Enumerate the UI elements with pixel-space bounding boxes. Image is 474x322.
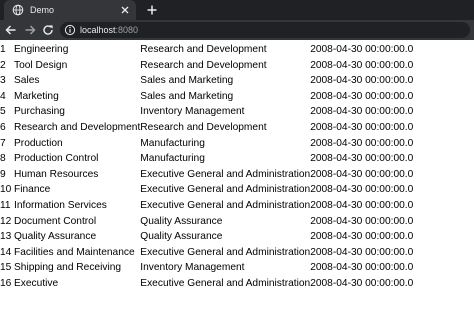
table-row: 8 Production Control Manufacturing 2008-04-…	[0, 151, 413, 167]
group-name: Sales and Marketing	[140, 75, 234, 87]
url-text[interactable]: localhost:8080	[80, 23, 138, 37]
modified-date: 2008-04-30 00:00:00.0	[310, 153, 414, 165]
tab-title: Demo	[30, 5, 55, 15]
close-icon[interactable]	[119, 4, 131, 16]
table-row: 7 Production Manufacturing 2008-04-30 00:00…	[0, 136, 413, 152]
department-name: Sales	[14, 75, 40, 87]
browser-tab[interactable]: Demo	[4, 0, 136, 20]
table-row: 5 Purchasing Inventory Management 2008-04-3…	[0, 104, 413, 120]
table-row: 10 Finance Executive General and Administr…	[0, 182, 413, 198]
group-name: Research and Development	[140, 121, 267, 133]
table-row: 9 Human Resources Executive General and Ad…	[0, 167, 413, 183]
table-row: 6 Research and Development Research and De…	[0, 120, 413, 136]
page-content: 1 Engineering Research and Development 2008…	[0, 42, 474, 292]
department-name: Executive	[14, 277, 59, 289]
reload-icon[interactable]	[41, 23, 55, 37]
modified-date: 2008-04-30 00:00:00.0	[310, 106, 414, 118]
department-name: Human Resources	[14, 168, 99, 180]
department-name: Document Control	[14, 215, 97, 227]
row-id: 11	[0, 199, 11, 211]
modified-date: 2008-04-30 00:00:00.0	[310, 184, 414, 196]
group-name: Sales and Marketing	[140, 90, 234, 102]
row-id: 2	[0, 59, 6, 71]
table-row: 3 Sales Sales and Marketing 2008-04-30 00:0…	[0, 73, 413, 89]
group-name: Executive General and Administration	[140, 277, 311, 289]
group-name: Manufacturing	[140, 137, 205, 149]
group-name: Research and Development	[140, 59, 267, 71]
row-id: 5	[0, 106, 6, 118]
row-id: 3	[0, 75, 6, 87]
group-name: Manufacturing	[140, 153, 205, 165]
department-name: Research and Development	[14, 121, 141, 133]
group-name: Executive General and Administration	[140, 246, 311, 258]
modified-date: 2008-04-30 00:00:00.0	[310, 262, 414, 274]
row-id: 15	[0, 262, 12, 274]
modified-date: 2008-04-30 00:00:00.0	[310, 277, 414, 289]
table-row: 13 Quality Assurance Quality Assurance 2008…	[0, 229, 413, 245]
modified-date: 2008-04-30 00:00:00.0	[310, 168, 414, 180]
table-row: 2 Tool Design Research and Development 2008…	[0, 58, 413, 74]
row-id: 16	[0, 277, 12, 289]
modified-date: 2008-04-30 00:00:00.0	[310, 137, 414, 149]
group-name: Executive General and Administration	[140, 168, 311, 180]
department-name: Purchasing	[14, 106, 65, 118]
row-id: 9	[0, 168, 6, 180]
department-name: Production Control	[14, 153, 99, 165]
back-arrow-icon[interactable]	[4, 23, 18, 37]
group-name: Quality Assurance	[140, 215, 223, 227]
row-id: 13	[0, 231, 12, 243]
modified-date: 2008-04-30 00:00:00.0	[310, 59, 414, 71]
table-row: 15 Shipping and Receiving Inventory Manage…	[0, 260, 413, 276]
department-name: Marketing	[14, 90, 59, 102]
modified-date: 2008-04-30 00:00:00.0	[310, 44, 414, 55]
department-name: Facilities and Maintenance	[14, 246, 135, 258]
group-name: Inventory Management	[140, 262, 245, 274]
table-row: 11 Information Services Executive General …	[0, 198, 413, 214]
table-row: 4 Marketing Sales and Marketing 2008-04-30 …	[0, 89, 413, 105]
modified-date: 2008-04-30 00:00:00.0	[310, 90, 414, 102]
group-name: Executive General and Administration	[140, 199, 311, 211]
department-name: Quality Assurance	[14, 231, 97, 243]
modified-date: 2008-04-30 00:00:00.0	[310, 75, 414, 87]
group-name: Quality Assurance	[140, 231, 223, 243]
row-id: 6	[0, 121, 6, 133]
row-id: 12	[0, 215, 12, 227]
department-name: Production	[14, 137, 63, 149]
group-name: Inventory Management	[140, 106, 245, 118]
forward-arrow-icon[interactable]	[23, 23, 37, 37]
table-row: 12 Document Control Quality Assurance 2008-…	[0, 214, 413, 230]
table-row: 14 Facilities and Maintenance Executive Ge…	[0, 245, 413, 261]
modified-date: 2008-04-30 00:00:00.0	[310, 246, 414, 258]
group-name: Executive General and Administration	[140, 184, 311, 196]
department-name: Information Services	[14, 199, 107, 211]
modified-date: 2008-04-30 00:00:00.0	[310, 199, 414, 211]
info-icon[interactable]	[64, 24, 76, 36]
row-id: 14	[0, 246, 12, 258]
row-id: 1	[0, 44, 6, 55]
browser-toolbar: localhost:8080	[0, 20, 474, 40]
modified-date: 2008-04-30 00:00:00.0	[310, 231, 414, 243]
row-id: 8	[0, 153, 6, 165]
modified-date: 2008-04-30 00:00:00.0	[310, 215, 414, 227]
department-name: Engineering	[14, 44, 69, 55]
row-id: 7	[0, 137, 6, 149]
address-bar[interactable]: localhost:8080	[60, 22, 470, 38]
department-name: Finance	[14, 184, 51, 196]
department-name: Tool Design	[14, 59, 68, 71]
department-table: 1 Engineering Research and Development 2008…	[0, 42, 413, 292]
row-id: 10	[0, 184, 12, 196]
department-name: Shipping and Receiving	[14, 262, 122, 274]
globe-icon	[12, 4, 24, 16]
row-id: 4	[0, 90, 6, 102]
table-row: 16 Executive Executive General and Adminis…	[0, 276, 413, 292]
table-row: 1 Engineering Research and Development 2008…	[0, 42, 413, 58]
new-tab-plus-icon[interactable]	[145, 3, 159, 17]
modified-date: 2008-04-30 00:00:00.0	[310, 121, 414, 133]
group-name: Research and Development	[140, 44, 267, 55]
url-host: localhost	[80, 25, 116, 35]
tab-strip: Demo	[0, 0, 474, 20]
url-port: :8080	[115, 25, 139, 35]
